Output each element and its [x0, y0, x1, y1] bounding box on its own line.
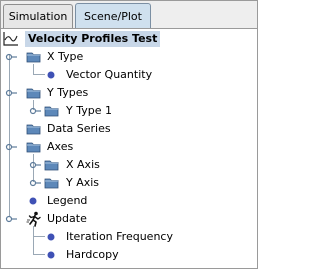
bullet-icon — [47, 71, 55, 79]
tree-item-x-type[interactable]: X Type — [1, 48, 257, 66]
tree-item-label: Hardcopy — [66, 248, 119, 261]
tree-root[interactable]: Velocity Profiles Test — [3, 30, 161, 48]
tree-item-label: X Axis — [66, 158, 100, 171]
folder-icon — [26, 88, 41, 99]
expand-handle-icon[interactable] — [3, 213, 17, 225]
tree-item-label: Data Series — [47, 122, 111, 135]
folder-icon — [44, 106, 59, 117]
tree-item-iteration-frequency[interactable]: Iteration Frequency — [1, 228, 257, 246]
tree-item-label: Y Types — [47, 86, 89, 99]
expand-handle-icon[interactable] — [3, 141, 17, 153]
tree-item-label: Axes — [47, 140, 74, 153]
tree-item-label: Y Type 1 — [66, 104, 112, 117]
folder-icon — [44, 178, 59, 189]
tree-root-label: Velocity Profiles Test — [25, 31, 161, 47]
tree-item-label: Legend — [47, 194, 88, 207]
tree-item-axes[interactable]: Axes — [1, 138, 257, 156]
tree-item-update[interactable]: Update — [1, 210, 257, 228]
expand-handle-icon[interactable] — [3, 87, 17, 99]
bullet-icon — [29, 197, 37, 205]
tree-item-y-types[interactable]: Y Types — [1, 84, 257, 102]
expand-handle-icon[interactable] — [3, 51, 17, 63]
tree-item-legend[interactable]: Legend — [1, 192, 257, 210]
tree-item-y-type-1[interactable]: Y Type 1 — [1, 102, 257, 120]
bullet-icon — [47, 251, 55, 259]
tab-bar-divider — [1, 28, 257, 29]
tree-item-vector-quantity[interactable]: Vector Quantity — [1, 66, 257, 84]
tree-item-label: Iteration Frequency — [66, 230, 173, 243]
tree-item-x-axis[interactable]: X Axis — [1, 156, 257, 174]
folder-icon — [44, 160, 59, 171]
tree-item-label: X Type — [47, 50, 84, 63]
expand-handle-icon[interactable] — [27, 105, 41, 117]
expand-handle-icon[interactable] — [27, 159, 41, 171]
tree-item-hardcopy[interactable]: Hardcopy — [1, 246, 257, 264]
bullet-icon — [47, 233, 55, 241]
running-man-icon — [26, 211, 41, 227]
expand-handle-icon[interactable] — [27, 177, 41, 189]
tab-simulation[interactable]: Simulation — [3, 4, 73, 28]
tree-item-label: Vector Quantity — [66, 68, 153, 81]
tab-scene-plot[interactable]: Scene/Plot — [75, 3, 151, 29]
tree-item-y-axis[interactable]: Y Axis — [1, 174, 257, 192]
plot-properties-panel: Simulation Scene/Plot Velocity Profiles … — [0, 0, 258, 269]
xy-plot-icon — [3, 32, 18, 46]
folder-icon — [26, 124, 41, 135]
tab-bar: Simulation Scene/Plot — [1, 1, 257, 29]
folder-icon — [26, 142, 41, 153]
plot-tree: Velocity Profiles Test X Type Vector Qua… — [1, 30, 257, 268]
tree-item-label: Update — [47, 212, 87, 225]
tree-item-label: Y Axis — [66, 176, 100, 189]
folder-icon — [26, 52, 41, 63]
tree-item-data-series[interactable]: Data Series — [1, 120, 257, 138]
